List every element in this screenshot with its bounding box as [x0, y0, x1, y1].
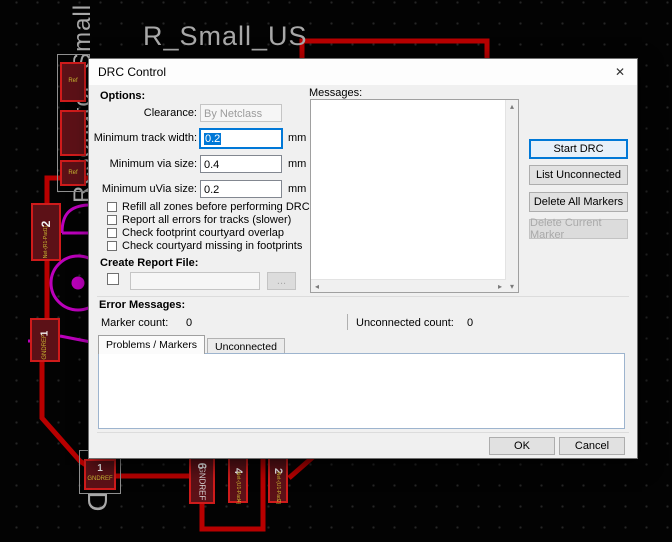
start-drc-button[interactable]: Start DRC — [529, 139, 628, 159]
vertical-scrollbar[interactable]: ▴ ▾ — [505, 100, 518, 292]
close-icon[interactable]: ✕ — [603, 59, 637, 85]
pad-left-1[interactable]: 1 GNDREF — [30, 318, 60, 362]
messages-label: Messages: — [309, 87, 363, 99]
pad-topleft-a[interactable]: Ref — [60, 62, 86, 102]
trace-left-bottom — [39, 358, 88, 468]
browse-button: ... — [267, 272, 296, 290]
checkbox-box[interactable] — [107, 273, 119, 285]
options-heading: Options: — [100, 90, 146, 102]
ok-button[interactable]: OK — [489, 437, 555, 455]
delete-current-marker-button: Delete Current Marker — [529, 217, 628, 241]
trace-purple-center — [71, 276, 85, 290]
problems-list[interactable] — [98, 353, 625, 429]
dialog-body: Options: Clearance: By Netclass Minimum … — [89, 85, 637, 458]
uvia-size-unit: mm — [288, 183, 307, 195]
uvia-size-input[interactable]: 0.2 — [200, 180, 282, 198]
checkbox-label: Refill all zones before performing DRC — [122, 201, 310, 213]
marker-count-value: 0 — [186, 317, 193, 329]
pad-net-label: GNDREF — [42, 334, 48, 360]
checkbox-box[interactable] — [107, 241, 117, 251]
results-tabs: Problems / Markers Unconnected — [98, 335, 285, 354]
checkbox-refill-zones[interactable]: Refill all zones before performing DRC — [107, 201, 310, 213]
scroll-left-icon[interactable]: ◂ — [311, 280, 323, 292]
dialog-titlebar[interactable]: DRC Control ✕ — [89, 59, 637, 85]
pad-topleft-c[interactable]: Ref — [60, 160, 86, 186]
pad-net-label: Net-(U1-Pad2) — [275, 471, 281, 505]
pad-net-label: Net-(U1-Pad4) — [235, 471, 241, 505]
clearance-value: By Netclass — [204, 108, 263, 120]
tab-problems-markers[interactable]: Problems / Markers — [98, 335, 206, 354]
scroll-down-icon[interactable]: ▾ — [506, 280, 518, 292]
via-size-label: Minimum via size: — [109, 158, 197, 170]
checkbox-box[interactable] — [107, 215, 117, 225]
track-width-input[interactable]: 0.2 — [200, 129, 282, 148]
pad-net-label: Net-(R1-Pad1) — [43, 225, 49, 259]
footer-divider — [97, 432, 629, 433]
checkbox-courtyard-missing[interactable]: Check courtyard missing in footprints — [107, 240, 302, 252]
pad-topleft-b[interactable] — [60, 110, 86, 156]
pad-net-label: GNDREF — [197, 466, 207, 501]
pad-bottom-2[interactable]: 2 Net-(U1-Pad2) — [268, 457, 288, 505]
error-messages-heading: Error Messages: — [99, 299, 186, 311]
clearance-label: Clearance: — [143, 107, 197, 119]
scroll-right-icon[interactable]: ▸ — [494, 280, 506, 292]
clearance-field: By Netclass — [200, 104, 282, 122]
unconnected-count-value: 0 — [467, 317, 474, 329]
checkbox-label: Check courtyard missing in footprints — [122, 240, 303, 252]
checkbox-label: Check footprint courtyard overlap — [122, 227, 285, 239]
checkbox-courtyard-overlap[interactable]: Check footprint courtyard overlap — [107, 227, 284, 239]
checkbox-report-all-errors[interactable]: Report all errors for tracks (slower) — [107, 214, 291, 226]
tab-unconnected[interactable]: Unconnected — [207, 338, 285, 354]
create-report-checkbox[interactable] — [107, 273, 119, 285]
unconnected-count-label: Unconnected count: — [356, 317, 454, 329]
track-width-label: Minimum track width: — [93, 132, 197, 144]
selected-text: 0.2 — [204, 133, 222, 145]
pad-left-2[interactable]: 2 Net-(R1-Pad1) — [31, 203, 61, 261]
pad-bottom-6[interactable]: 6 GNDREF — [189, 453, 215, 504]
pad-bottom-4[interactable]: 4 Net-(U1-Pad4) — [228, 457, 248, 505]
pcb-editor-canvas[interactable]: Resonator_Small R_Small_US LED C Ref Ref… — [0, 0, 672, 542]
drc-control-dialog: DRC Control ✕ Options: Clearance: By Net… — [88, 58, 638, 459]
cancel-button[interactable]: Cancel — [559, 437, 625, 455]
track-width-unit: mm — [288, 132, 307, 144]
horizontal-scrollbar[interactable]: ◂ ▸ — [311, 279, 506, 292]
marker-count-label: Marker count: — [101, 317, 169, 329]
pad-net-label: Ref — [68, 78, 78, 84]
checkbox-box[interactable] — [107, 228, 117, 238]
report-path-input — [130, 272, 260, 290]
list-unconnected-button[interactable]: List Unconnected — [529, 165, 628, 185]
checkbox-box[interactable] — [107, 202, 117, 212]
count-divider — [347, 314, 348, 330]
via-size-unit: mm — [288, 158, 307, 170]
pad-net-label: Ref — [68, 170, 78, 176]
dialog-title: DRC Control — [98, 65, 167, 79]
create-report-heading: Create Report File: — [100, 257, 199, 269]
silk-label-rsmall: R_Small_US — [143, 21, 308, 51]
section-divider — [97, 296, 629, 297]
uvia-size-value: 0.2 — [204, 184, 220, 196]
checkbox-label: Report all errors for tracks (slower) — [122, 214, 292, 226]
delete-all-markers-button[interactable]: Delete All Markers — [529, 192, 628, 212]
pad-net-label: GNDREF — [87, 476, 113, 482]
scroll-up-icon[interactable]: ▴ — [506, 100, 518, 112]
uvia-size-label: Minimum uVia size: — [101, 183, 197, 195]
via-size-input[interactable]: 0.4 — [200, 155, 282, 173]
pad-bottom-1[interactable]: 1 GNDREF — [84, 459, 116, 490]
via-size-value: 0.4 — [204, 159, 220, 171]
pad-number: 1 — [97, 463, 103, 474]
messages-box: ▴ ▾ ◂ ▸ — [310, 99, 519, 293]
